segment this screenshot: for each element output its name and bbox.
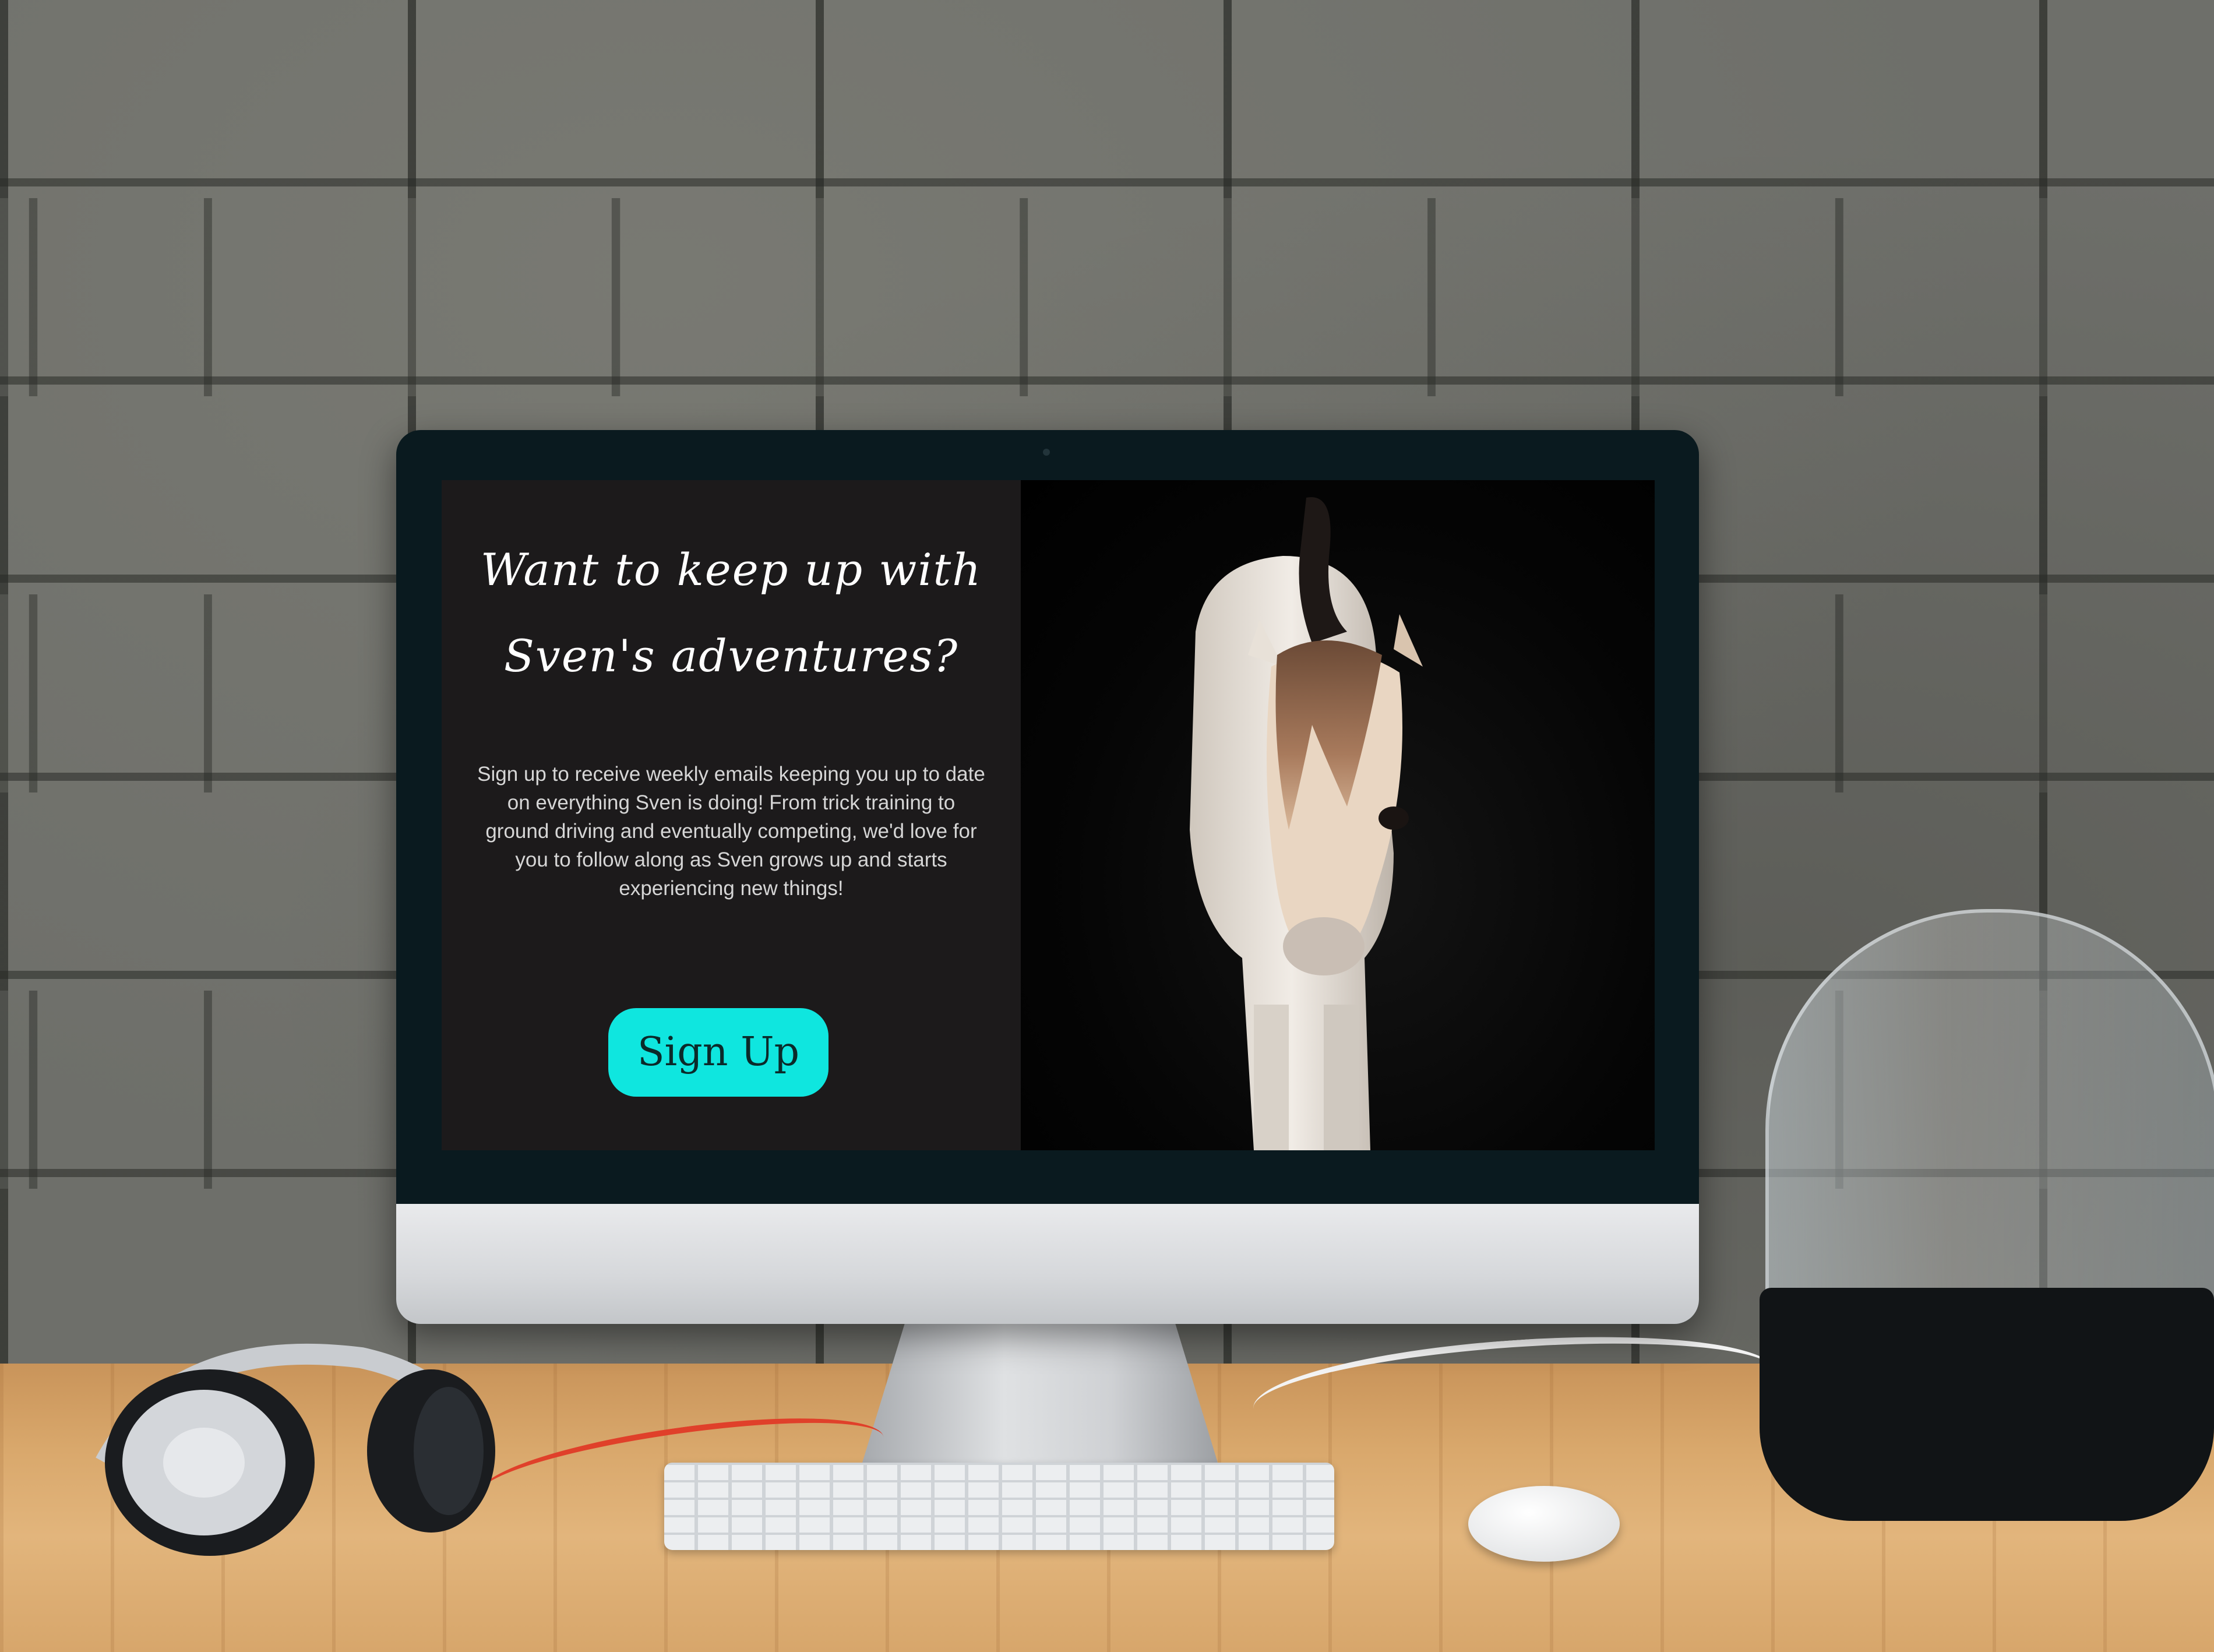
speaker-base — [1760, 1288, 2214, 1521]
headline-line-2: Sven's adventures? — [503, 630, 959, 682]
monitor: Want to keep up with Sven's adventures? … — [396, 430, 1699, 1324]
headline: Want to keep up with Sven's adventures? — [465, 527, 997, 699]
screen: Want to keep up with Sven's adventures? … — [442, 480, 1655, 1150]
headline-line-1: Want to keep up with — [480, 544, 982, 596]
sign-up-button[interactable]: Sign Up — [608, 1008, 829, 1097]
body-copy: Sign up to receive weekly emails keeping… — [477, 763, 985, 900]
mouse — [1468, 1486, 1620, 1562]
monitor-stand — [862, 1323, 1218, 1463]
horse-illustration — [1190, 497, 1423, 1150]
monitor-chin — [396, 1204, 1699, 1324]
signup-panel: Want to keep up with Sven's adventures? … — [442, 480, 1021, 1150]
brick-row — [0, 0, 2214, 198]
brick-row — [0, 198, 2214, 396]
camera-icon — [1043, 449, 1050, 456]
horse-photo — [1021, 480, 1655, 1150]
headphones-icon — [96, 1343, 495, 1556]
